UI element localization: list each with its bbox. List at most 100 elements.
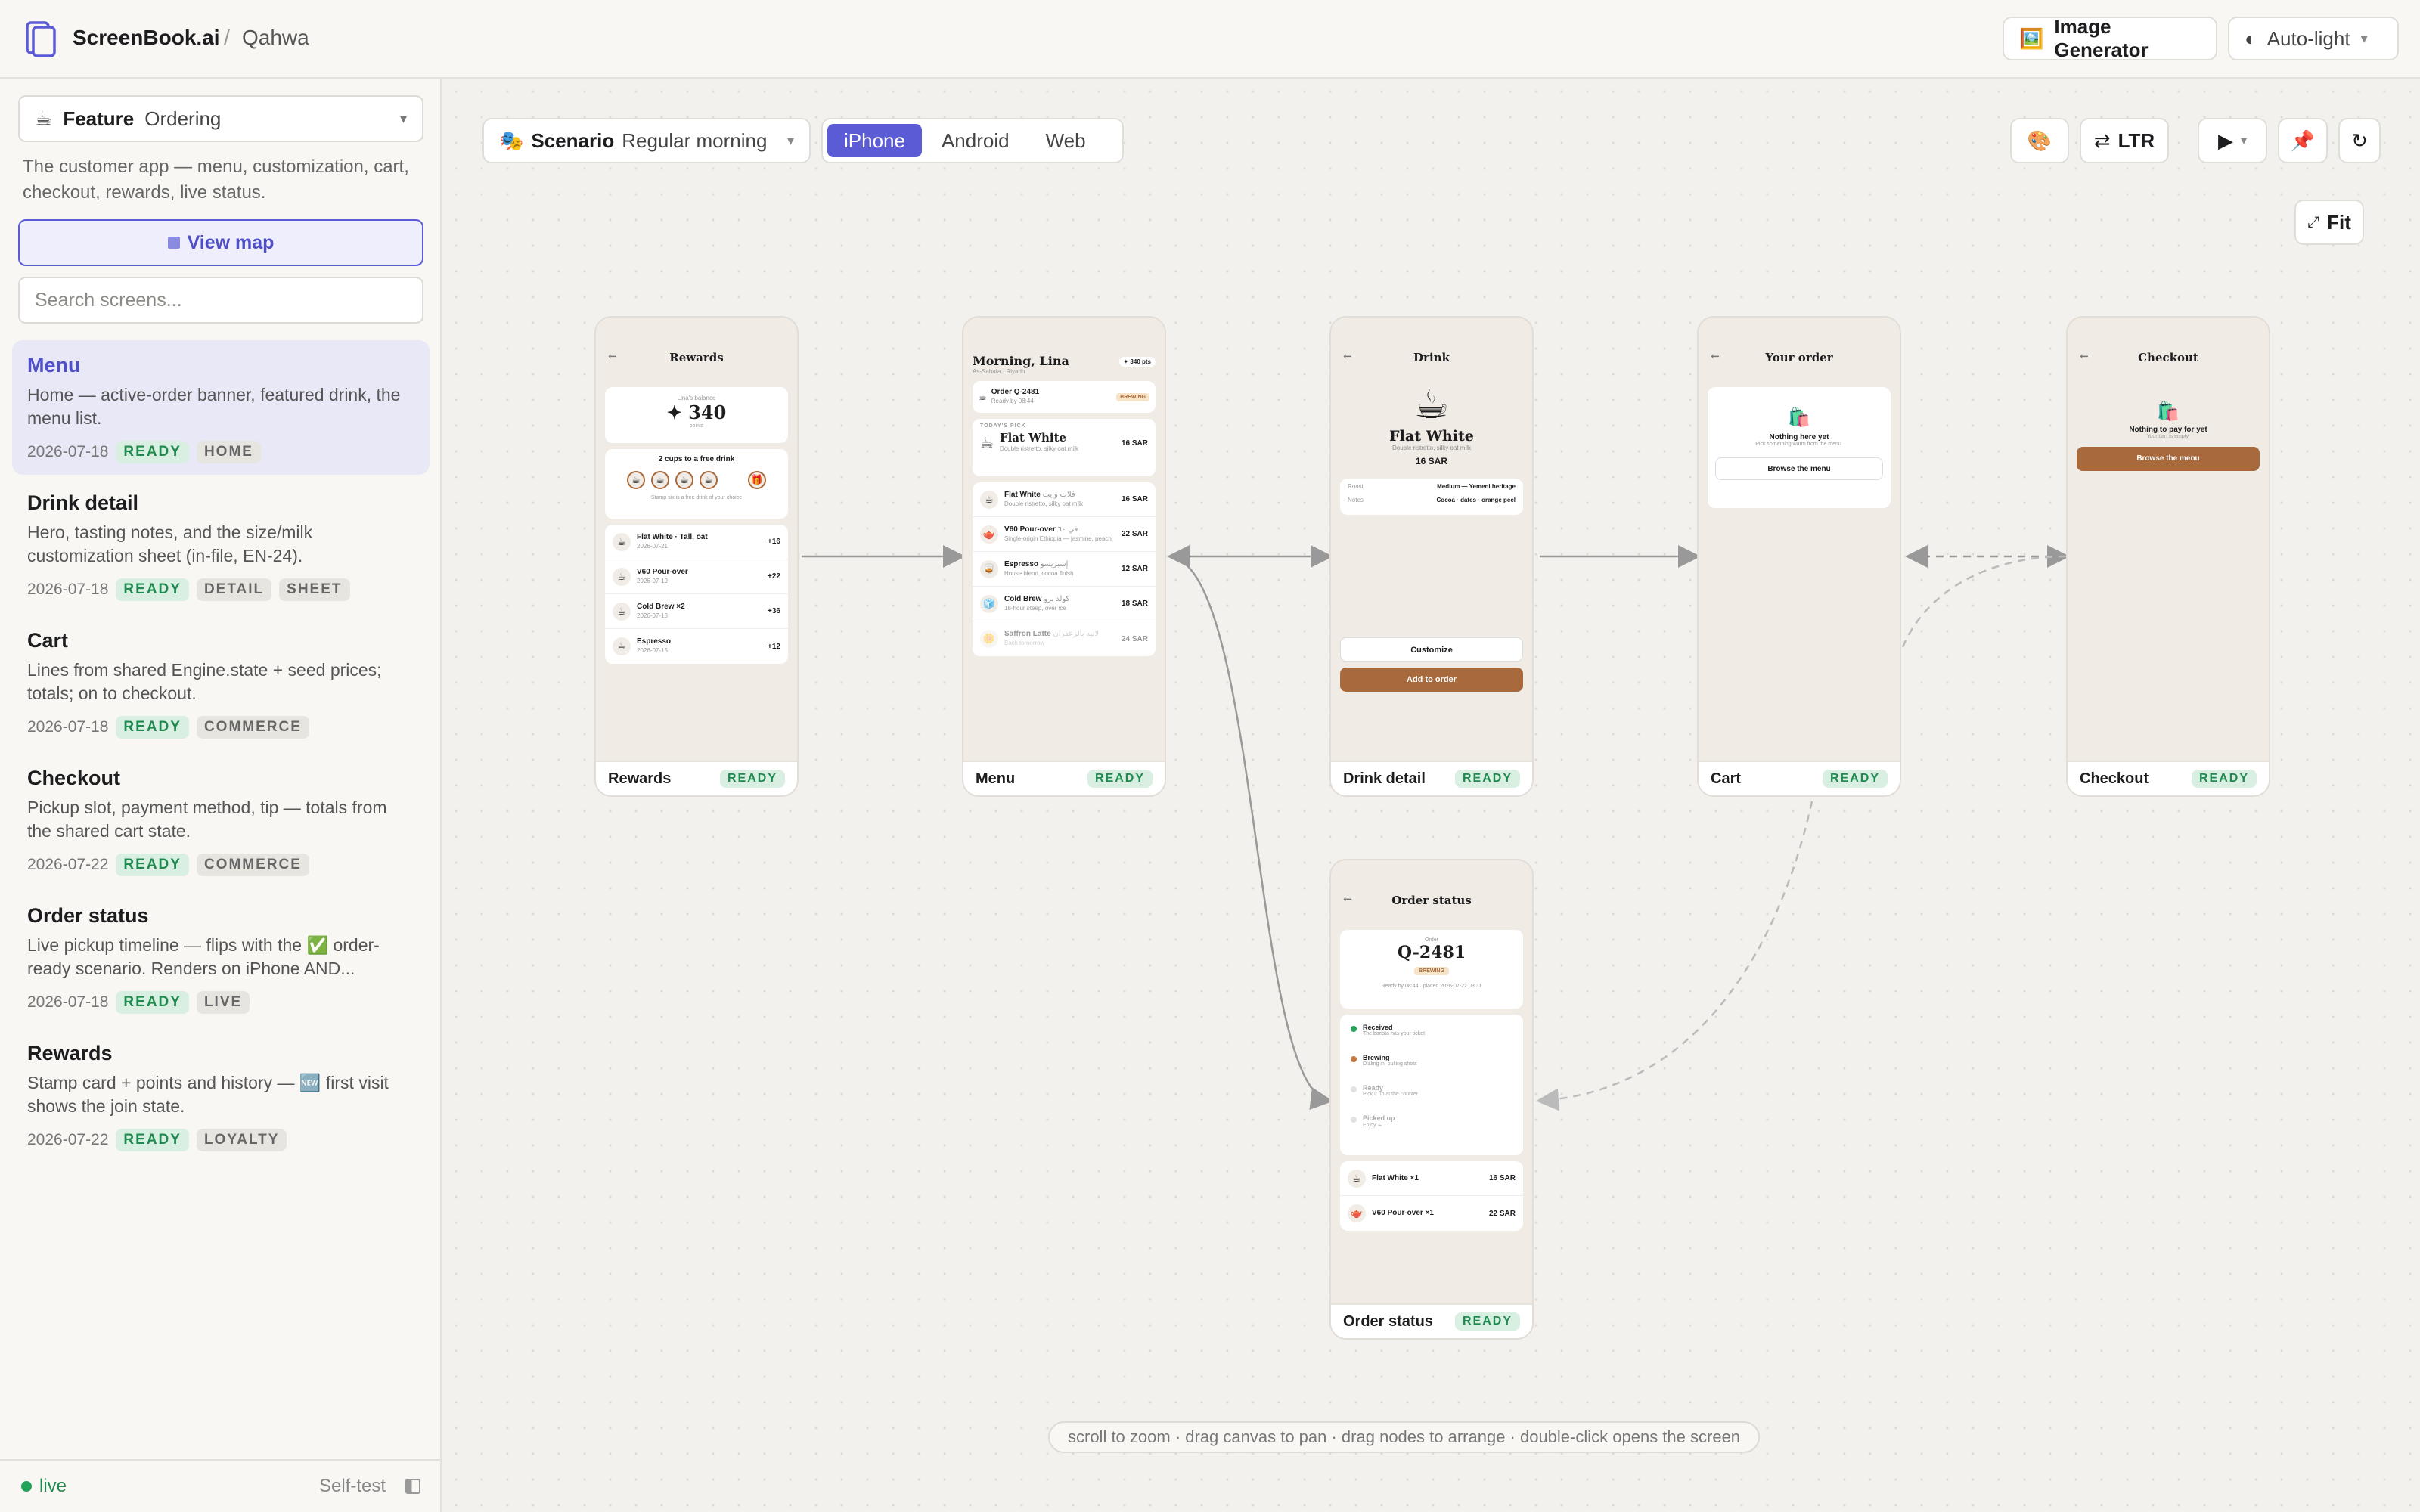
chevron-down-icon: ▾ [2360, 30, 2368, 46]
order-summary: Order Q-2481 BREWING Ready by 08:44 · pl… [1340, 930, 1523, 1009]
reset-button[interactable]: ↻ [2338, 118, 2381, 163]
coffee-icon: ☕ [35, 107, 53, 130]
screen-card-order-status[interactable]: ← Order status Order Q-2481 BREWING Ready… [1329, 859, 1534, 1340]
screen-card-drink-detail[interactable]: ← Drink ☕ Flat White Double ristretto, si… [1329, 316, 1534, 797]
chevron-down-icon: ▾ [786, 132, 794, 148]
card-name: Drink detail [1343, 770, 1426, 787]
self-test-link[interactable]: Self-test [319, 1476, 386, 1497]
pour-over-icon: 🫖 [1348, 1204, 1366, 1222]
play-icon: ▶ [2217, 129, 2233, 152]
theme-select[interactable]: ◐ Auto-light ▾ [2228, 17, 2399, 60]
step-active-icon [1351, 1056, 1357, 1062]
image-icon: 🖼️ [2019, 26, 2044, 50]
tag-badge: COMMERCE [196, 716, 309, 739]
list-item: 🧊 Cold Brew كولد برو 18-hour steep, over i… [973, 587, 1156, 621]
status-badge: READY [1822, 770, 1888, 788]
tag-badge: LIVE [196, 991, 250, 1014]
view-map-button[interactable]: View map [18, 219, 424, 266]
play-button[interactable]: ▶ ▾ [2198, 118, 2267, 163]
browse-menu-button[interactable]: Browse the menu [2077, 447, 2260, 471]
palette-icon: 🎨 [2027, 129, 2052, 152]
gift-icon: 🎁 [748, 471, 766, 489]
screen-item-checkout[interactable]: Checkout Pickup slot, payment method, ti… [12, 753, 430, 888]
screenbook-logo-icon [26, 21, 56, 57]
platform-android[interactable]: Android [925, 124, 1026, 157]
collapse-sidebar-icon[interactable] [405, 1479, 420, 1494]
customize-button[interactable]: Customize [1340, 637, 1523, 662]
connector-cart-status [1536, 801, 1813, 1111]
step-done-icon [1351, 1026, 1357, 1032]
list-item: 🌼 Saffron Latte لاتيه بالزعفران Back tomor… [973, 621, 1156, 656]
step-pending-icon [1351, 1086, 1357, 1092]
search-input[interactable] [18, 277, 424, 324]
back-arrow-icon: ← [2080, 351, 2089, 363]
card-name: Rewards [608, 770, 672, 787]
canvas-hint: scroll to zoom · drag canvas to pan · dr… [1048, 1421, 1761, 1453]
screen-item-menu[interactable]: Menu Home — active-order banner, feature… [12, 340, 430, 475]
order-lines: ☕ Flat White ×1 16 SAR 🫖 V60 Pour-over ×1 22… [1340, 1161, 1523, 1231]
feature-select[interactable]: ☕ Feature Ordering ▾ [18, 95, 424, 142]
active-order-banner: ☕ Order Q-2481 Ready by 08:44 BREWING [973, 381, 1156, 413]
list-item: ☕ Flat White فلات وايت Double ristretto, s… [973, 482, 1156, 517]
coffee-icon: ☕ [980, 435, 994, 452]
back-arrow-icon: ← [1711, 351, 1720, 363]
screen-item-drink-detail[interactable]: Drink detail Hero, tasting notes, and th… [12, 478, 430, 612]
scenario-select[interactable]: 🎭 Scenario Regular morning ▾ [482, 118, 811, 163]
add-to-order-button[interactable]: Add to order [1340, 668, 1523, 692]
status-badge: READY [116, 1129, 189, 1151]
status-badge: READY [1454, 770, 1520, 788]
screen-item-rewards[interactable]: Rewards Stamp card + points and history … [12, 1028, 430, 1163]
points-chip: ✦ 340 pts [1118, 357, 1156, 367]
screen-item-order-status[interactable]: Order status Live pickup timeline — flip… [12, 891, 430, 1025]
coffee-icon: ☕ [980, 490, 998, 509]
list-item: ☕ Flat White ×1 16 SAR [1340, 1161, 1523, 1196]
brand-name[interactable]: ScreenBook.ai [73, 26, 220, 50]
connector-cart-checkout-curve [1901, 555, 2067, 648]
platform-iphone[interactable]: iPhone [827, 124, 922, 157]
screen-card-checkout[interactable]: ← Checkout 🛍️ Nothing to pay for yet Your… [2066, 316, 2270, 797]
top-bar: ScreenBook.ai / Qahwa 🖼️ Image Generator… [0, 0, 2420, 79]
ice-icon: 🧊 [980, 594, 998, 613]
screen-card-cart[interactable]: ← Your order 🛍️ Nothing here yet Pick som… [1697, 316, 1901, 797]
status-badge: READY [116, 991, 189, 1014]
shopping-bag-icon: 🛍️ [1788, 407, 1810, 428]
tag-badge: HOME [196, 441, 261, 463]
screen-item-cart[interactable]: Cart Lines from shared Engine.state + se… [12, 615, 430, 750]
points-balance: ✦ 340 [666, 401, 727, 423]
card-name: Order status [1343, 1312, 1433, 1330]
pin-button[interactable]: 📌 [2278, 118, 2328, 163]
flow-canvas[interactable]: 🎭 Scenario Regular morning ▾ iPhone Andr… [443, 79, 2420, 1512]
breadcrumb-project[interactable]: Qahwa [242, 26, 309, 50]
empty-cart: 🛍️ Nothing here yet Pick something warm … [1708, 387, 1891, 508]
chevron-down-icon: ▾ [2240, 135, 2248, 147]
status-badge: READY [116, 854, 189, 876]
palette-button[interactable]: 🎨 [2010, 118, 2069, 163]
tasting-notes: Roast Medium — Yemeni heritage Notes Cocoa… [1340, 479, 1523, 515]
platform-web[interactable]: Web [1029, 124, 1103, 157]
coffee-icon: ☕ [979, 392, 987, 402]
back-arrow-icon: ← [608, 351, 617, 363]
direction-toggle[interactable]: ⇄ LTR [2080, 118, 2169, 163]
status-badge: READY [116, 578, 189, 601]
screen-card-menu[interactable]: Morning, Lina As-Sahafa · Riyadh ✦ 340 pt… [962, 316, 1166, 797]
menu-list: ☕ Flat White فلات وايت Double ristretto, s… [973, 482, 1156, 656]
screen-card-rewards[interactable]: ← Rewards Lina's balance ✦ 340 points 2 c… [594, 316, 799, 797]
status-badge: READY [719, 770, 785, 788]
live-dot-icon [21, 1481, 32, 1492]
tag-badge: DETAIL [196, 578, 272, 601]
fit-button[interactable]: ⤢ Fit [2294, 200, 2364, 245]
featured-drink: TODAY'S PICK ☕ Flat White Double ristrett… [973, 419, 1156, 476]
coffee-hero-icon: ☕ [1413, 383, 1450, 427]
pour-over-icon: 🫖 [980, 525, 998, 544]
expand-icon: ⤢ [2307, 213, 2320, 231]
back-arrow-icon: ← [1343, 351, 1352, 363]
saffron-icon: 🌼 [980, 630, 998, 648]
points-history: ☕ Flat White · Tall, oat 2026-07-21 +16 ☕ V6… [605, 525, 788, 664]
image-generator-button[interactable]: 🖼️ Image Generator [2003, 15, 2217, 61]
browse-menu-button[interactable]: Browse the menu [1715, 457, 1883, 480]
status-badge: READY [1087, 770, 1153, 788]
tag-badge: COMMERCE [196, 854, 309, 876]
stamp-filled-icon: ☕ [627, 471, 645, 489]
stamp-filled-icon: ☕ [651, 471, 669, 489]
swap-icon: ⇄ [2093, 129, 2111, 152]
